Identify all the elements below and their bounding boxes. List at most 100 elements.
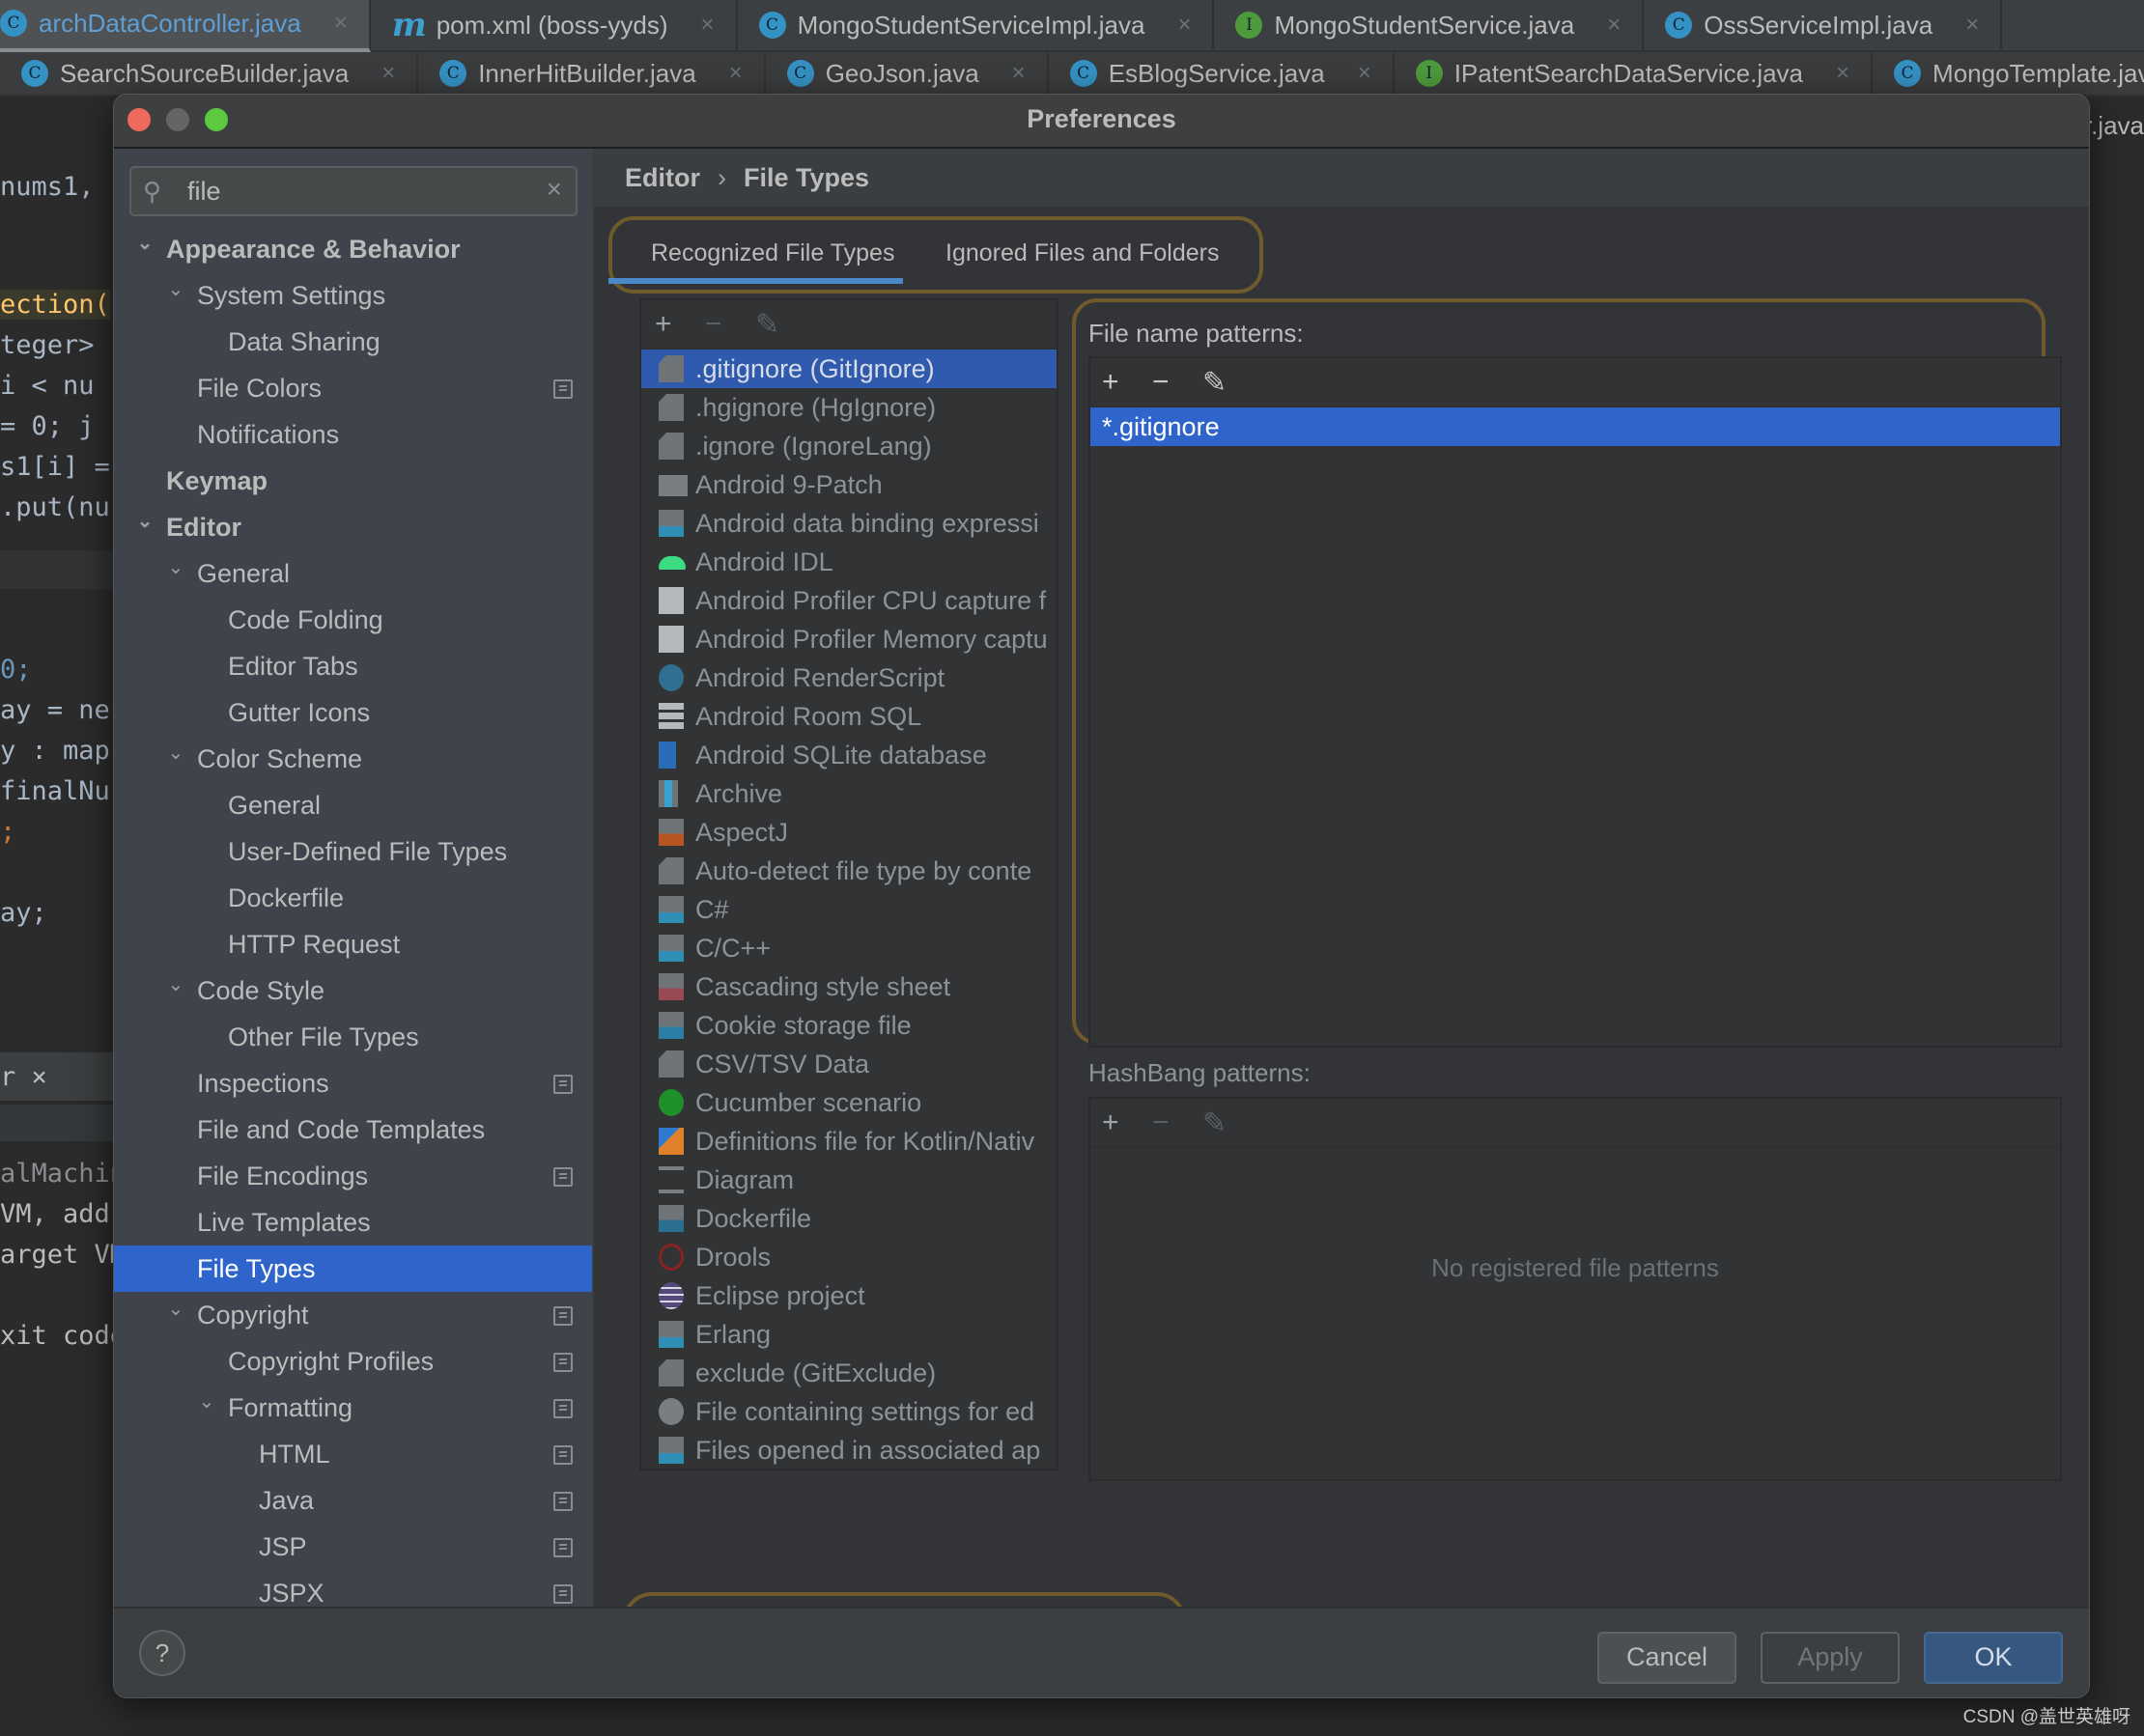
close-tab-icon[interactable]: × bbox=[1836, 60, 1849, 87]
settings-tree-item[interactable]: File Encodings bbox=[114, 1153, 592, 1199]
settings-tree-item[interactable]: File Types bbox=[114, 1246, 592, 1292]
add-pattern-button[interactable]: + bbox=[1102, 366, 1119, 399]
close-tab-icon[interactable]: × bbox=[729, 60, 743, 87]
close-tab-icon[interactable]: × bbox=[701, 12, 715, 39]
editor-tab[interactable]: C OssServiceImpl.java × bbox=[1644, 0, 2003, 50]
settings-tree-item[interactable]: Editor Tabs bbox=[114, 643, 592, 689]
file-type-row[interactable]: Cookie storage file bbox=[641, 1006, 1057, 1045]
chevron-down-icon[interactable]: ⌄ bbox=[135, 220, 155, 266]
settings-tree-item[interactable]: ⌄ Formatting bbox=[114, 1385, 592, 1431]
settings-tree-item[interactable]: JSPX bbox=[114, 1570, 592, 1607]
file-type-row[interactable]: CSV/TSV Data bbox=[641, 1045, 1057, 1083]
settings-tree-item[interactable]: ⌄ Color Scheme bbox=[114, 736, 592, 782]
settings-tree-item[interactable]: Gutter Icons bbox=[114, 689, 592, 736]
file-type-row[interactable]: Drools bbox=[641, 1238, 1057, 1276]
file-type-row[interactable]: Erlang bbox=[641, 1315, 1057, 1354]
settings-tree-item[interactable]: Notifications bbox=[114, 411, 592, 458]
editor-tab[interactable]: C SearchSourceBuilder.java × bbox=[0, 52, 419, 95]
file-type-row[interactable]: C# bbox=[641, 890, 1057, 929]
settings-tree-item[interactable]: ⌄ Code Style bbox=[114, 967, 592, 1014]
chevron-down-icon[interactable]: ⌄ bbox=[197, 1379, 216, 1425]
file-type-row[interactable]: Android Profiler CPU capture f bbox=[641, 581, 1057, 620]
close-tab-icon[interactable]: × bbox=[1965, 12, 1979, 39]
editor-tab[interactable]: m pom.xml (boss-yyds) × bbox=[371, 0, 738, 50]
edit-file-type-button[interactable]: ✎ bbox=[755, 308, 779, 342]
file-type-row[interactable]: Android 9-Patch bbox=[641, 465, 1057, 504]
search-icon[interactable]: ⚲ bbox=[143, 177, 172, 206]
file-type-row[interactable]: Android IDL bbox=[641, 543, 1057, 581]
close-tab-icon[interactable]: × bbox=[1177, 12, 1191, 39]
file-type-row[interactable]: Android SQLite database bbox=[641, 736, 1057, 774]
close-tab-icon[interactable]: × bbox=[1012, 60, 1026, 87]
settings-tree-item[interactable]: User-Defined File Types bbox=[114, 828, 592, 875]
pattern-row[interactable]: *.gitignore bbox=[1090, 407, 2060, 446]
settings-tree-item[interactable]: ⌄ Appearance & Behavior bbox=[114, 226, 592, 272]
file-type-row[interactable]: Definitions file for Kotlin/Nativ bbox=[641, 1122, 1057, 1161]
settings-tree-item[interactable]: File Colors bbox=[114, 365, 592, 411]
cancel-button[interactable]: Cancel bbox=[1597, 1632, 1736, 1684]
close-tab-icon[interactable]: × bbox=[334, 10, 348, 37]
help-button[interactable]: ? bbox=[139, 1630, 185, 1676]
file-type-row[interactable]: Android Profiler Memory captu bbox=[641, 620, 1057, 658]
settings-search-input[interactable] bbox=[185, 174, 518, 209]
close-tab-icon[interactable]: × bbox=[381, 60, 395, 87]
edit-pattern-button[interactable]: ✎ bbox=[1202, 366, 1227, 400]
close-window-button[interactable] bbox=[127, 108, 151, 131]
clear-search-icon[interactable]: × bbox=[547, 174, 562, 205]
settings-tree-item[interactable]: General bbox=[114, 782, 592, 828]
file-type-row[interactable]: Auto-detect file type by conte bbox=[641, 852, 1057, 890]
zoom-window-button[interactable] bbox=[205, 108, 228, 131]
settings-tree-item[interactable]: ⌄ System Settings bbox=[114, 272, 592, 319]
editor-tab[interactable]: I IPatentSearchDataService.java × bbox=[1395, 52, 1874, 95]
file-type-row[interactable]: .hgignore (HgIgnore) bbox=[641, 388, 1057, 427]
apply-button[interactable]: Apply bbox=[1761, 1632, 1900, 1684]
chevron-down-icon[interactable]: ⌄ bbox=[166, 962, 185, 1008]
settings-tree-item[interactable]: File and Code Templates bbox=[114, 1106, 592, 1153]
minimize-window-button[interactable] bbox=[166, 108, 189, 131]
editor-tab[interactable]: C MongoStudentServiceImpl.java × bbox=[738, 0, 1215, 50]
remove-hashbang-button[interactable]: − bbox=[1152, 1106, 1170, 1139]
settings-tree-item[interactable]: Copyright Profiles bbox=[114, 1338, 592, 1385]
file-type-row[interactable]: exclude (GitExclude) bbox=[641, 1354, 1057, 1392]
edit-hashbang-button[interactable]: ✎ bbox=[1202, 1106, 1227, 1140]
editor-tab[interactable]: I MongoStudentService.java × bbox=[1214, 0, 1645, 50]
editor-tab[interactable]: CarchDataController.java × bbox=[0, 0, 371, 52]
settings-tree-item[interactable]: Other File Types bbox=[114, 1014, 592, 1060]
run-panel-tab[interactable]: r × bbox=[0, 1062, 47, 1092]
close-tab-icon[interactable]: × bbox=[1607, 12, 1621, 39]
chevron-down-icon[interactable]: ⌄ bbox=[166, 266, 185, 313]
settings-tree-item[interactable]: JSP bbox=[114, 1524, 592, 1570]
close-tab-icon[interactable]: × bbox=[1358, 60, 1371, 87]
settings-tree-item[interactable]: HTML bbox=[114, 1431, 592, 1477]
settings-tree-item[interactable]: Inspections bbox=[114, 1060, 592, 1106]
chevron-down-icon[interactable]: ⌄ bbox=[166, 545, 185, 591]
remove-pattern-button[interactable]: − bbox=[1152, 366, 1170, 399]
settings-tree-item[interactable]: Live Templates bbox=[114, 1199, 592, 1246]
tab-ignored-files-and-folders[interactable]: Ignored Files and Folders bbox=[945, 220, 1219, 290]
file-type-row[interactable]: Diagram bbox=[641, 1161, 1057, 1199]
file-type-row[interactable]: Files opened in associated ap bbox=[641, 1431, 1057, 1469]
file-type-row[interactable]: Android Room SQL bbox=[641, 697, 1057, 736]
settings-tree-item[interactable]: HTTP Request bbox=[114, 921, 592, 967]
ok-button[interactable]: OK bbox=[1924, 1632, 2063, 1684]
file-type-row[interactable]: Dockerfile bbox=[641, 1199, 1057, 1238]
editor-tab[interactable]: CMongoTemplate.java× bbox=[1873, 52, 2144, 95]
editor-tab[interactable]: C InnerHitBuilder.java × bbox=[418, 52, 766, 95]
file-type-row[interactable]: C/C++ bbox=[641, 929, 1057, 967]
file-type-row[interactable]: .ignore (IgnoreLang) bbox=[641, 427, 1057, 465]
add-hashbang-button[interactable]: + bbox=[1102, 1106, 1119, 1139]
settings-tree-item[interactable]: ⌄ Editor bbox=[114, 504, 592, 550]
settings-tree-item[interactable]: ⌄ General bbox=[114, 550, 592, 597]
file-type-row[interactable]: AspectJ bbox=[641, 813, 1057, 852]
settings-tree-item[interactable]: Data Sharing bbox=[114, 319, 592, 365]
settings-tree-item[interactable]: ⌄ Copyright bbox=[114, 1292, 592, 1338]
settings-tree-item[interactable]: Keymap bbox=[114, 458, 592, 504]
file-type-row[interactable]: Archive bbox=[641, 774, 1057, 813]
settings-tree-item[interactable]: Dockerfile bbox=[114, 875, 592, 921]
chevron-down-icon[interactable]: ⌄ bbox=[135, 498, 155, 545]
remove-file-type-button[interactable]: − bbox=[705, 308, 722, 341]
chevron-down-icon[interactable]: ⌄ bbox=[166, 730, 185, 776]
file-type-row[interactable]: Eclipse project bbox=[641, 1276, 1057, 1315]
file-type-row[interactable]: Cucumber scenario bbox=[641, 1083, 1057, 1122]
chevron-down-icon[interactable]: ⌄ bbox=[166, 1286, 185, 1332]
